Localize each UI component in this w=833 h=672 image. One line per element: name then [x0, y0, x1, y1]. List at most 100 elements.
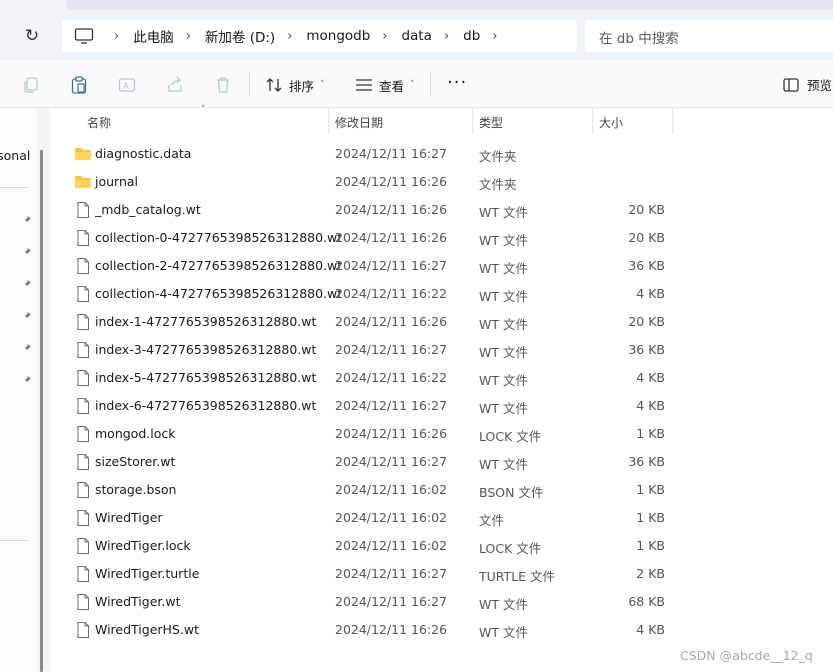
file-row[interactable]: mongod.lock 2024/12/11 16:26 LOCK 文件 1 KB — [51, 419, 833, 447]
file-type: BSON 文件 — [479, 485, 544, 500]
sort-ascending-icon: ˄ — [201, 105, 206, 115]
file-icon — [74, 537, 92, 555]
file-date: 2024/12/11 16:27 — [335, 566, 448, 581]
file-icon — [74, 593, 92, 611]
file-row[interactable]: index-6-4727765398526312880.wt 2024/12/11… — [51, 391, 833, 419]
chevron-right-icon[interactable]: › — [432, 29, 463, 44]
chevron-right-icon[interactable]: › — [174, 29, 205, 44]
file-row[interactable]: collection-4-4727765398526312880.wt 2024/… — [51, 279, 833, 307]
tab-strip — [66, 0, 833, 10]
pin-icon — [23, 248, 31, 256]
column-divider[interactable] — [592, 108, 593, 134]
file-size: 36 KB — [628, 454, 665, 469]
file-size: 20 KB — [628, 202, 665, 217]
rename-icon[interactable]: A — [118, 76, 136, 94]
file-row[interactable]: WiredTiger 2024/12/11 16:02 文件 1 KB — [51, 503, 833, 531]
pin-icon — [23, 216, 31, 224]
file-row[interactable]: journal 2024/12/11 16:26 文件夹 — [51, 167, 833, 195]
file-type: WT 文件 — [479, 401, 528, 416]
breadcrumb-item: › mongodb — [275, 28, 370, 44]
chevron-right-icon[interactable]: › — [102, 29, 133, 44]
file-row[interactable]: index-5-4727765398526312880.wt 2024/12/11… — [51, 363, 833, 391]
sort-button[interactable]: 排序 ˅ — [265, 75, 325, 95]
breadcrumb-item: › db — [432, 28, 480, 44]
breadcrumb-label[interactable]: data — [402, 28, 432, 44]
file-row[interactable]: storage.bson 2024/12/11 16:02 BSON 文件 1 KB — [51, 475, 833, 503]
folder-icon — [74, 173, 92, 191]
file-date: 2024/12/11 16:27 — [335, 454, 448, 469]
file-icon — [74, 229, 92, 247]
file-icon — [74, 425, 92, 443]
column-divider[interactable] — [672, 108, 673, 134]
breadcrumb-label[interactable]: mongodb — [306, 28, 370, 44]
file-size: 1 KB — [636, 538, 665, 553]
chevron-down-icon: ˅ — [320, 80, 325, 90]
file-row[interactable]: WiredTiger.wt 2024/12/11 16:27 WT 文件 68 KB — [51, 587, 833, 615]
sort-icon — [266, 78, 282, 92]
file-date: 2024/12/11 16:26 — [335, 230, 448, 245]
file-date: 2024/12/11 16:22 — [335, 370, 448, 385]
search-input[interactable]: 在 db 中搜索 — [585, 20, 833, 52]
column-header-type[interactable]: 类型 — [479, 114, 503, 131]
chevron-right-icon[interactable]: › — [370, 29, 401, 44]
folder-icon — [74, 145, 92, 163]
file-row[interactable]: collection-0-4727765398526312880.wt 2024/… — [51, 223, 833, 251]
preview-label: 预览 — [807, 78, 833, 93]
file-size: 2 KB — [636, 566, 665, 581]
column-header-name[interactable]: 名称 — [87, 114, 111, 131]
refresh-icon[interactable]: ↻ — [20, 24, 44, 48]
file-type: LOCK 文件 — [479, 429, 542, 444]
file-row[interactable]: collection-2-4727765398526312880.wt 2024/… — [51, 251, 833, 279]
file-row[interactable]: WiredTiger.lock 2024/12/11 16:02 LOCK 文件 1 … — [51, 531, 833, 559]
column-divider[interactable] — [328, 108, 329, 134]
chevron-down-icon: ˅ — [410, 80, 415, 90]
file-size: 20 KB — [628, 314, 665, 329]
preview-pane-button[interactable]: 预览 — [783, 75, 832, 94]
file-name: sizeStorer.wt — [95, 454, 176, 469]
breadcrumb-label[interactable]: 新加卷 (D:) — [205, 26, 275, 46]
copy-icon[interactable] — [22, 76, 40, 94]
file-row[interactable]: WiredTiger.turtle 2024/12/11 16:27 TURTLE … — [51, 559, 833, 587]
pin-icon — [23, 312, 31, 320]
file-row[interactable]: diagnostic.data 2024/12/11 16:27 文件夹 — [51, 139, 833, 167]
file-icon — [74, 257, 92, 275]
file-row[interactable]: index-3-4727765398526312880.wt 2024/12/11… — [51, 335, 833, 363]
file-row[interactable]: sizeStorer.wt 2024/12/11 16:27 WT 文件 36 KB — [51, 447, 833, 475]
file-row[interactable]: _mdb_catalog.wt 2024/12/11 16:26 WT 文件 20 K… — [51, 195, 833, 223]
file-name: collection-2-4727765398526312880.wt — [95, 258, 343, 273]
column-header-date[interactable]: 修改日期 — [335, 114, 383, 131]
paste-icon[interactable] — [70, 76, 88, 94]
address-bar[interactable]: › 此电脑 › 新加卷 (D:) › mongodb › data › db › — [62, 20, 577, 52]
more-options-icon[interactable]: ··· — [447, 72, 467, 93]
file-type: 文件夹 — [479, 177, 517, 192]
file-date: 2024/12/11 16:27 — [335, 342, 448, 357]
file-size: 4 KB — [636, 370, 665, 385]
file-name: WiredTiger — [95, 510, 163, 525]
file-name: collection-4-4727765398526312880.wt — [95, 286, 343, 301]
file-size: 4 KB — [636, 286, 665, 301]
nav-item-personal[interactable]: rsonal — [0, 148, 30, 163]
file-date: 2024/12/11 16:26 — [335, 426, 448, 441]
file-row[interactable]: index-1-4727765398526312880.wt 2024/12/11… — [51, 307, 833, 335]
file-icon — [74, 285, 92, 303]
file-name: diagnostic.data — [95, 146, 192, 161]
file-icon — [74, 565, 92, 583]
chevron-right-icon[interactable]: › — [480, 29, 511, 44]
file-row[interactable]: WiredTigerHS.wt 2024/12/11 16:26 WT 文件 4 KB — [51, 615, 833, 643]
delete-icon[interactable] — [214, 76, 232, 94]
nav-scrollbar[interactable] — [40, 150, 43, 672]
column-header-size[interactable]: 大小 — [599, 114, 623, 131]
file-date: 2024/12/11 16:02 — [335, 482, 448, 497]
share-icon[interactable] — [166, 76, 184, 94]
breadcrumb-label[interactable]: 此电脑 — [133, 26, 174, 46]
chevron-right-icon[interactable]: › — [275, 29, 306, 44]
file-type: WT 文件 — [479, 289, 528, 304]
file-name: collection-0-4727765398526312880.wt — [95, 230, 343, 245]
file-name: WiredTiger.wt — [95, 594, 181, 609]
view-button[interactable]: 查看 ˅ — [355, 75, 415, 95]
file-type: WT 文件 — [479, 317, 528, 332]
file-size: 1 KB — [636, 510, 665, 525]
file-name: WiredTiger.turtle — [95, 566, 200, 581]
breadcrumb-label[interactable]: db — [463, 28, 480, 44]
column-divider[interactable] — [472, 108, 473, 134]
